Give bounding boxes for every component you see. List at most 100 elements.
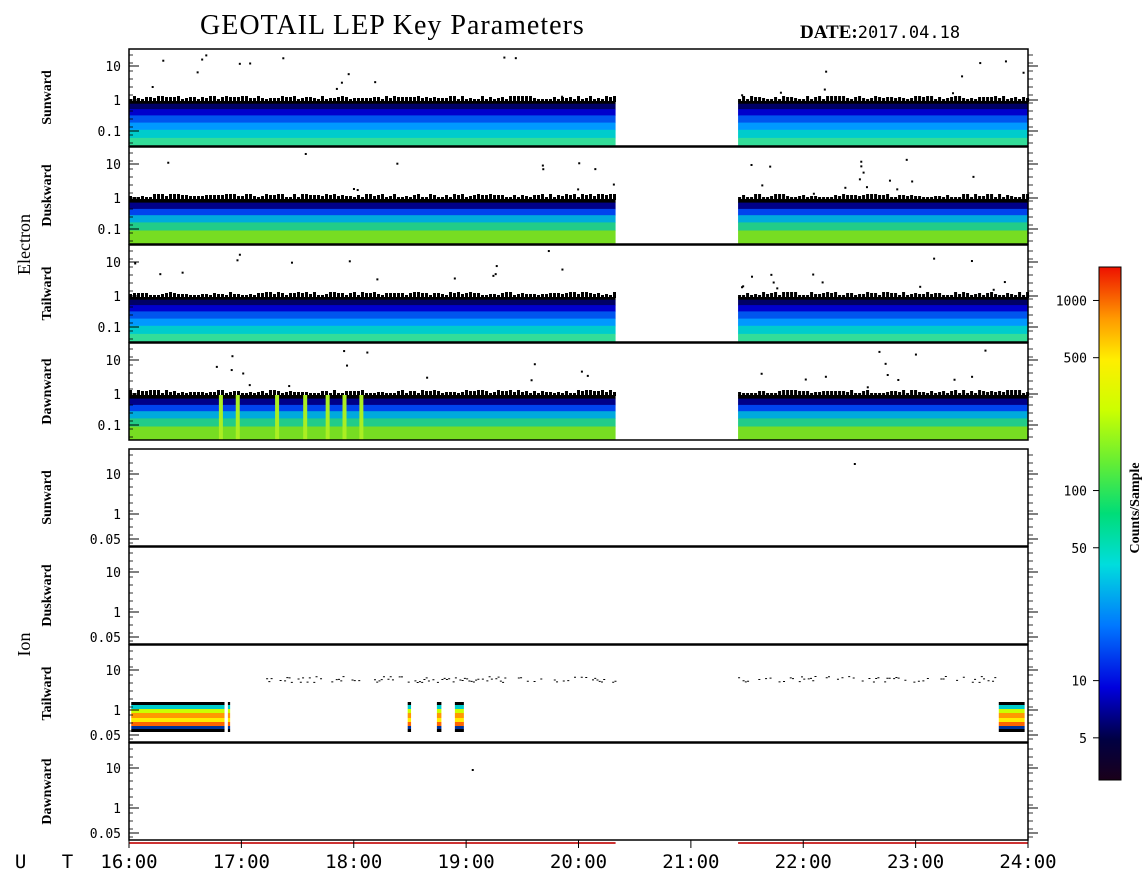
electron-band-p3-s1-b7 (129, 333, 616, 343)
electron-band-p2-s1-b6 (129, 230, 616, 245)
colorbar-tick-label: 1000 (1056, 294, 1087, 309)
electron-band-p4-s1-b3 (129, 404, 616, 412)
panel-label-5: Sunward (40, 470, 55, 525)
electron-dot (823, 88, 826, 91)
ion-burst-d-row7 (454, 726, 464, 729)
dawnward-spike-3 (275, 395, 280, 440)
electron-dot (159, 273, 162, 276)
ion-burst-b-row3 (407, 709, 412, 713)
electron-band-p3-s1-b6 (129, 325, 616, 335)
ion-burst-start-row3 (131, 709, 225, 713)
ion-burst-c-row6 (436, 722, 442, 726)
dawnward-spike-6 (342, 395, 347, 440)
electron-band-p4-s2-b6 (738, 426, 1028, 441)
ion-burst-end-row3 (998, 709, 1025, 713)
colorbar-gradient (1098, 266, 1122, 781)
ion-burst-c-row5 (436, 718, 442, 722)
ion-burst-d-row5 (454, 718, 464, 722)
electron-dot (547, 250, 550, 253)
panel-frames (128, 48, 1038, 848)
electron-band-p4-s2-b5 (738, 418, 1028, 427)
ytick-label: 1 (113, 290, 121, 305)
electron-dot (242, 372, 245, 375)
electron-dot (288, 385, 291, 388)
electron-dot (494, 273, 497, 276)
ytick-label: 10 (105, 566, 121, 581)
electron-band-p1-s1-b5 (129, 122, 616, 131)
electron-band-p3-s1-b2 (129, 299, 616, 306)
colorbar-tick-label: 10 (1071, 675, 1087, 690)
electron-dot (612, 183, 615, 186)
ion-burst-b-row5 (407, 718, 412, 722)
panel-frame-5 (128, 448, 1029, 547)
ion-burst-a-row3 (227, 709, 231, 713)
electron-dot (821, 281, 824, 284)
electron-band-p4-s1-b6 (129, 426, 616, 441)
electron-dot (750, 163, 753, 166)
ion-burst-end-row1 (998, 702, 1025, 705)
electron-dot (561, 268, 564, 271)
electron-dot (248, 384, 251, 387)
electron-dot (530, 379, 533, 382)
dawnward-spike-5 (325, 395, 330, 440)
electron-dot (888, 179, 891, 182)
electron-dot (201, 58, 204, 61)
electron-band-p1-s2-b6 (738, 129, 1028, 139)
electron-dot (162, 59, 165, 62)
electron-dot (249, 62, 252, 65)
dawnward-spike-4 (303, 395, 308, 440)
ion-burst-b-row8 (407, 729, 412, 732)
panel-frame-8 (128, 742, 1029, 841)
electron-dot (862, 171, 865, 174)
electron-dot (580, 370, 583, 373)
colorbar-tick-label: 5 (1079, 732, 1087, 747)
panel-frame-7 (128, 644, 1029, 743)
electron-dot (167, 161, 170, 164)
ion-burst-end-row7 (998, 726, 1025, 729)
electron-dot (866, 386, 869, 389)
ion-burst-start-row2 (131, 705, 225, 709)
ion-burst-d-row6 (454, 722, 464, 726)
electron-dot (776, 287, 779, 290)
electron-dot (896, 188, 899, 191)
ion-burst-d-row2 (454, 705, 464, 709)
electron-band-p3-s2-b2 (738, 299, 1028, 306)
electron-dot (878, 350, 881, 353)
electron-dot (886, 374, 889, 377)
electron-dot (230, 369, 233, 372)
dawnward-spike-1 (218, 395, 223, 440)
ion-burst-start-row5 (131, 718, 225, 722)
electron-dot (352, 188, 355, 191)
electron-dot (905, 158, 908, 161)
ytick-label: 10 (105, 664, 121, 679)
electron-dot (812, 273, 815, 276)
electron-dot (779, 91, 782, 94)
xtick-label: 23:00 (887, 851, 944, 873)
electron-dot (335, 87, 338, 90)
electron-band-p1-s1-b6 (129, 129, 616, 139)
electron-dot (751, 275, 754, 278)
electron-dot (453, 277, 456, 280)
electron-band-p1-s2-b4 (738, 115, 1028, 124)
electron-dot (741, 94, 744, 97)
electron-dot (919, 285, 922, 288)
axis-labels: 10 1 0.1 Sunward 10 1 0.1 Duskward 10 1 0.1 Tailwar… (14, 60, 1057, 873)
electron-dot (238, 253, 241, 256)
electron-band-p4-s1-b5 (129, 418, 616, 427)
ion-burst-c-row8 (436, 729, 442, 732)
electron-dot (347, 73, 350, 76)
electron-dot (503, 56, 506, 59)
panel-label-4: Dawnward (40, 358, 55, 424)
x-axis-prefix: U T (15, 851, 85, 873)
xtick-label: 24:00 (999, 851, 1056, 873)
electron-dot (914, 353, 917, 356)
ion-burst-b-row4 (407, 713, 412, 718)
electron-dot (396, 162, 399, 165)
electron-dot (577, 188, 580, 191)
electron-dot (196, 71, 199, 74)
electron-band-p2-s2-b5 (738, 222, 1028, 231)
ion-burst-start-row1 (131, 702, 225, 705)
ion-burst-end-row2 (998, 705, 1025, 709)
electron-dot (858, 178, 861, 181)
electron-dot (205, 54, 208, 57)
